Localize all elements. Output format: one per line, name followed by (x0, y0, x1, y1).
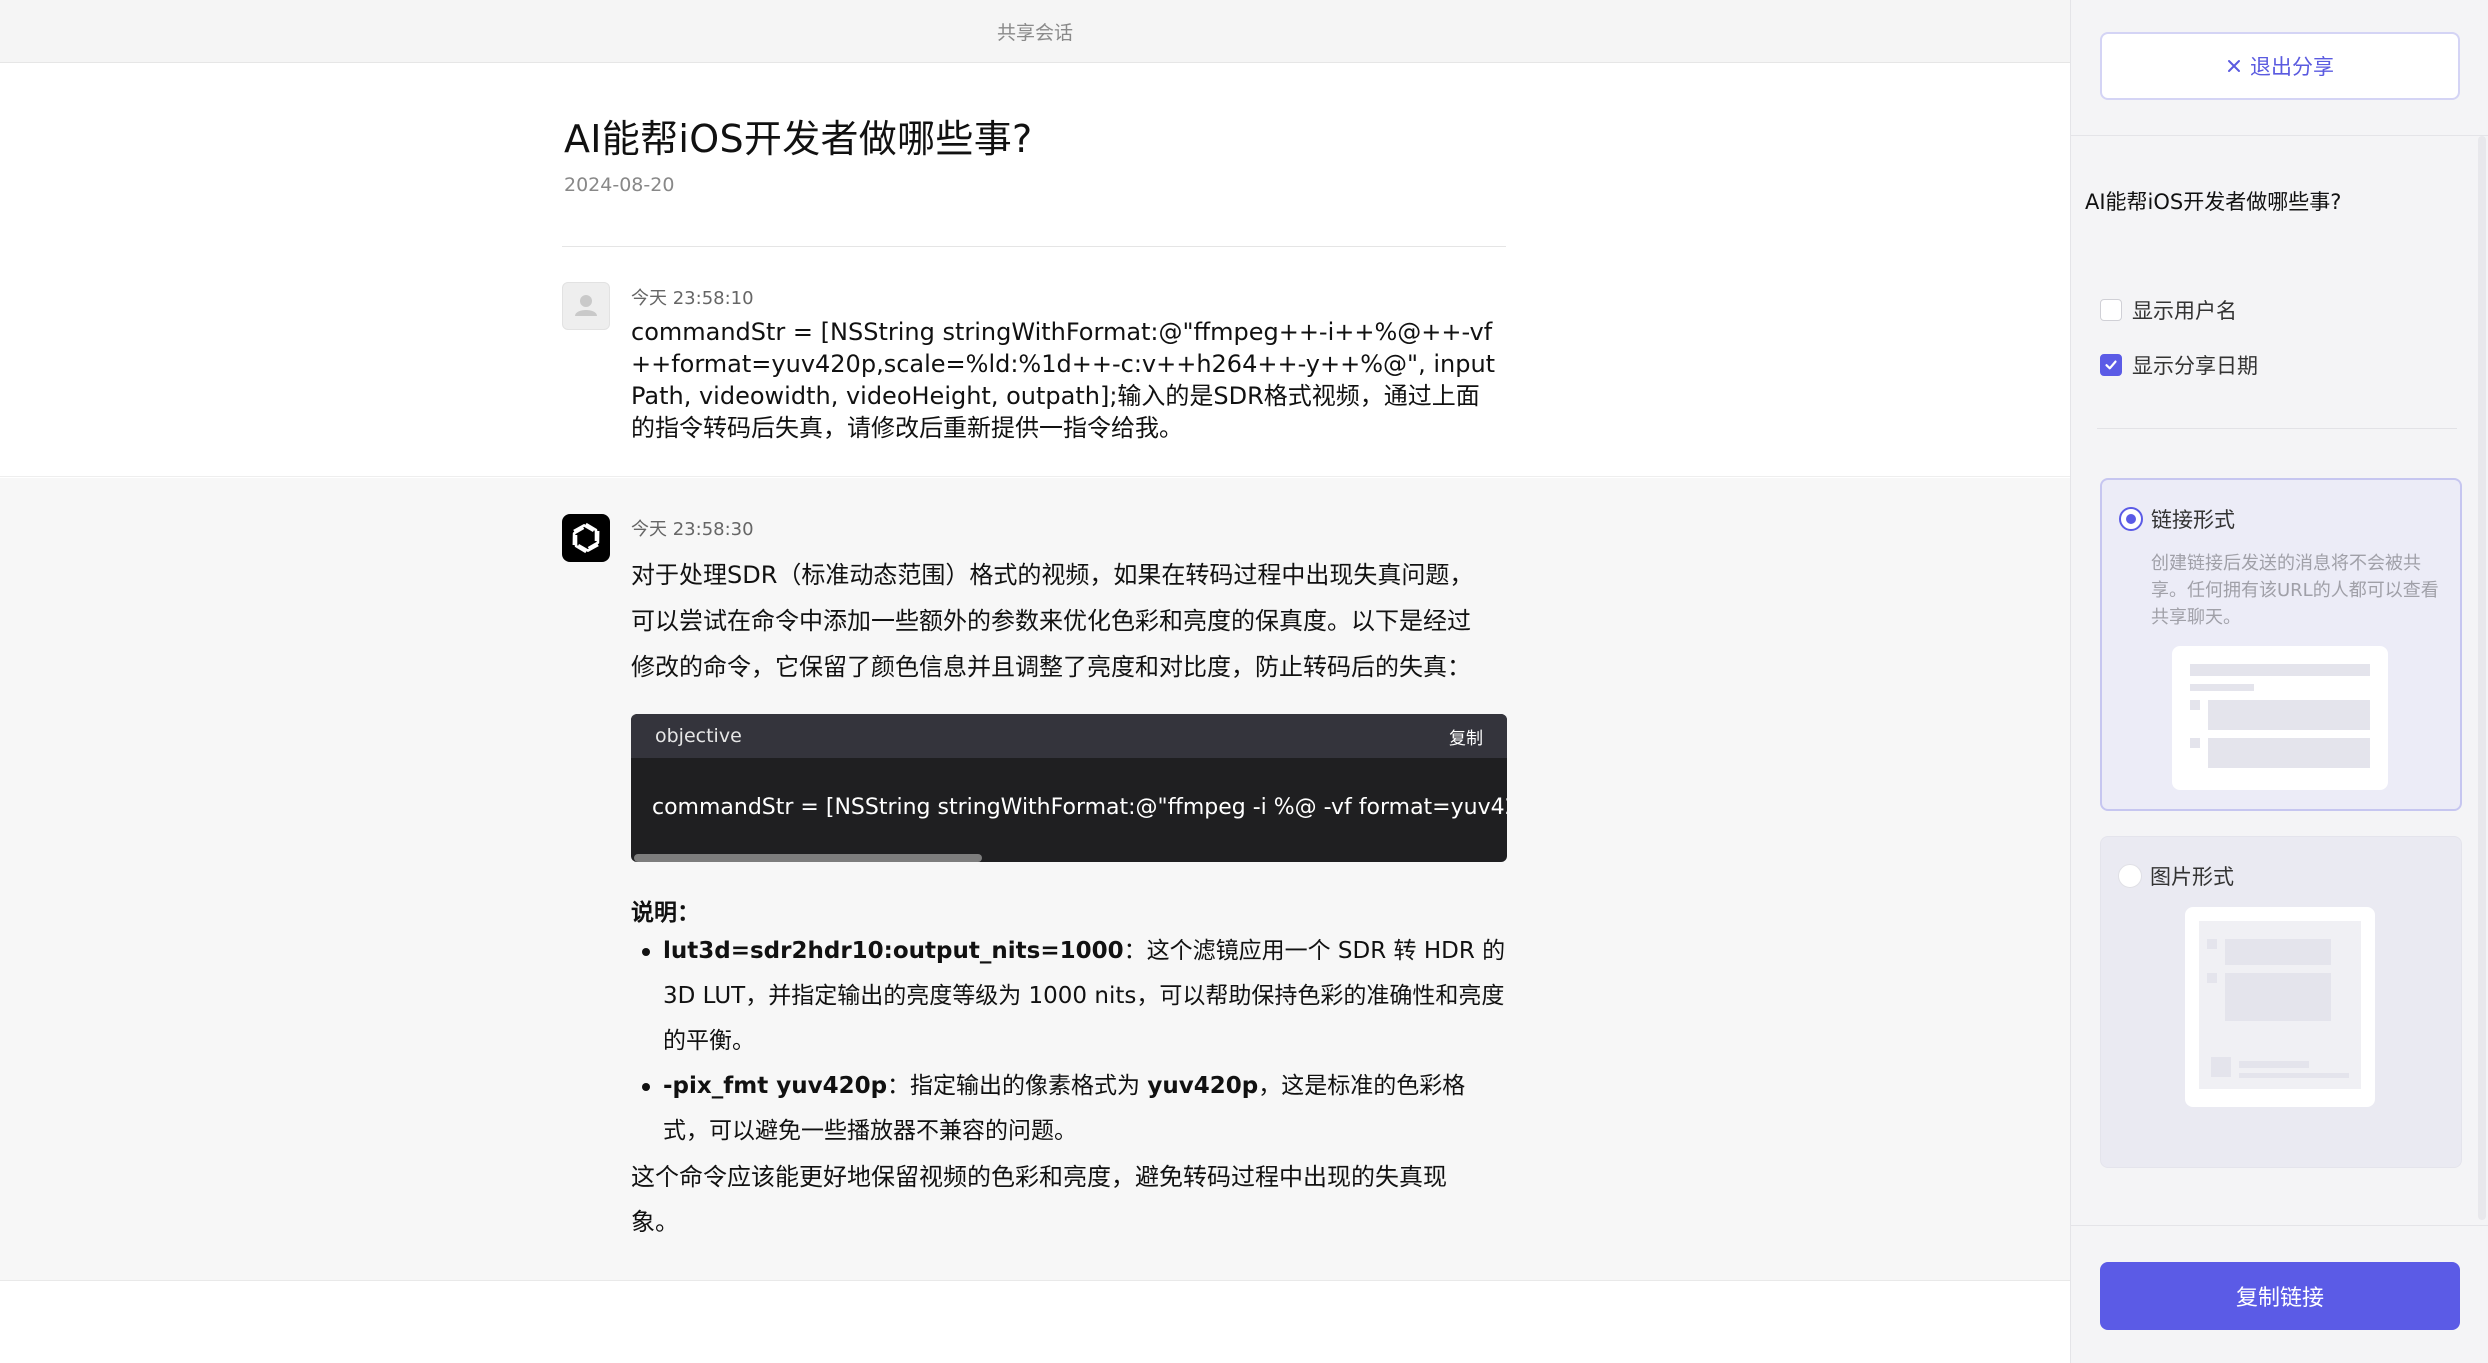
copy-code-button[interactable]: 复制 (1449, 724, 1483, 749)
bullet-term-inline: yuv420p (1147, 1073, 1259, 1099)
share-title: AI能帮iOS开发者做哪些事? (2085, 190, 2342, 214)
image-format-label: 图片形式 (2150, 865, 2234, 889)
title-divider (562, 246, 1506, 247)
exit-share-button[interactable]: 退出分享 (2100, 32, 2460, 100)
shared-session-label: 共享会话 (996, 21, 1073, 44)
top-bar: 共享会话 (0, 0, 2070, 63)
conversation-view: 共享会话 AI能帮iOS开发者做哪些事? 2024-08-20 今天 23:58… (0, 0, 2070, 1363)
show-username-checkbox[interactable] (2100, 299, 2122, 321)
checkmark-icon (2105, 360, 2117, 370)
copy-link-button[interactable]: 复制链接 (2100, 1262, 2460, 1330)
ai-message-time: 今天 23:58:30 (631, 519, 754, 540)
options-divider (2097, 428, 2457, 429)
code-horizontal-scrollbar[interactable] (634, 854, 982, 862)
code-block: objective 复制 commandStr = [NSString stri… (631, 714, 1507, 862)
image-format-preview (2185, 907, 2375, 1107)
bullet-text: ：指定输出的像素格式为 (887, 1073, 1148, 1099)
panel-divider (2071, 135, 2488, 136)
image-format-radio[interactable] (2118, 864, 2142, 888)
show-date-label: 显示分享日期 (2132, 354, 2258, 378)
code-line: commandStr = [NSString stringWithFormat:… (652, 795, 1507, 820)
link-format-description: 创建链接后发送的消息将不会被共享。任何拥有该URL的人都可以查看共享聊天。 (2151, 553, 2439, 628)
close-icon (2228, 60, 2240, 72)
share-panel: 退出分享 AI能帮iOS开发者做哪些事? 显示用户名 显示分享日期 链接形式 创… (2070, 0, 2488, 1363)
user-message-text: commandStr = [NSString stringWithFormat:… (631, 318, 1496, 442)
link-format-preview (2172, 646, 2388, 790)
code-language-label: objective (655, 725, 742, 747)
panel-divider (2071, 1225, 2488, 1226)
link-format-radio[interactable] (2119, 507, 2143, 531)
image-format-option[interactable]: 图片形式 (2100, 836, 2462, 1168)
user-message-time: 今天 23:58:10 (631, 288, 754, 309)
user-avatar-icon (562, 282, 610, 330)
show-username-option[interactable]: 显示用户名 (2100, 295, 2237, 325)
list-item: lut3d=sdr2hdr10:output_nits=1000：这个滤镜应用一… (642, 929, 1508, 1064)
ai-intro-paragraph: 对于处理SDR（标准动态范围）格式的视频，如果在转码过程中出现失真问题，可以尝试… (631, 561, 1474, 681)
panel-scrollbar[interactable] (2478, 136, 2486, 1220)
openai-logo-icon (562, 514, 610, 562)
conversation-title: AI能帮iOS开发者做哪些事? (564, 117, 1033, 161)
conversation-date: 2024-08-20 (564, 174, 675, 196)
link-format-label: 链接形式 (2151, 508, 2235, 532)
bullet-term: -pix_fmt yuv420p (663, 1073, 888, 1099)
code-block-header: objective 复制 (631, 714, 1507, 758)
bullet-term: lut3d=sdr2hdr10:output_nits=1000 (663, 938, 1124, 964)
ai-closing-paragraph: 这个命令应该能更好地保留视频的色彩和亮度，避免转码过程中出现的失真现象。 (631, 1163, 1447, 1236)
explanation-label: 说明： (631, 900, 700, 926)
show-date-checkbox[interactable] (2100, 354, 2122, 376)
link-format-option[interactable]: 链接形式 创建链接后发送的消息将不会被共享。任何拥有该URL的人都可以查看共享聊… (2100, 478, 2462, 811)
show-username-label: 显示用户名 (2132, 299, 2237, 323)
exit-share-label: 退出分享 (2250, 55, 2334, 79)
show-date-option[interactable]: 显示分享日期 (2100, 350, 2258, 380)
list-item: -pix_fmt yuv420p：指定输出的像素格式为 yuv420p，这是标准… (642, 1064, 1508, 1154)
